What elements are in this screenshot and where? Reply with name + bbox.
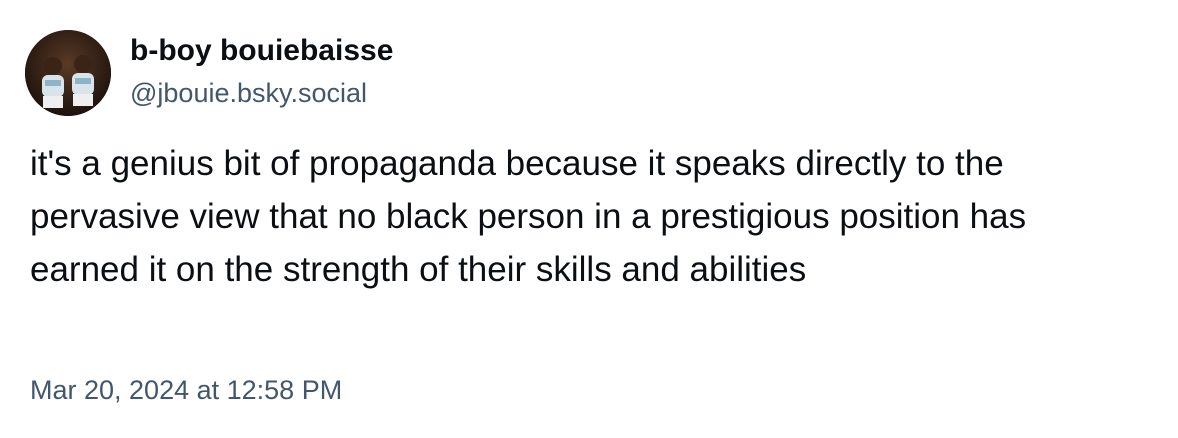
- post-timestamp[interactable]: Mar 20, 2024 at 12:58 PM: [30, 375, 342, 406]
- post-card: b-boy bouiebaisse @jbouie.bsky.social it…: [0, 0, 1178, 438]
- post-body-text: it's a genius bit of propaganda because …: [30, 144, 1027, 289]
- author-display-name[interactable]: b-boy bouiebaisse: [130, 34, 393, 68]
- author-handle[interactable]: @jbouie.bsky.social: [130, 78, 367, 109]
- profile-photo-avatar-icon: [25, 30, 111, 116]
- author-avatar[interactable]: [25, 30, 111, 116]
